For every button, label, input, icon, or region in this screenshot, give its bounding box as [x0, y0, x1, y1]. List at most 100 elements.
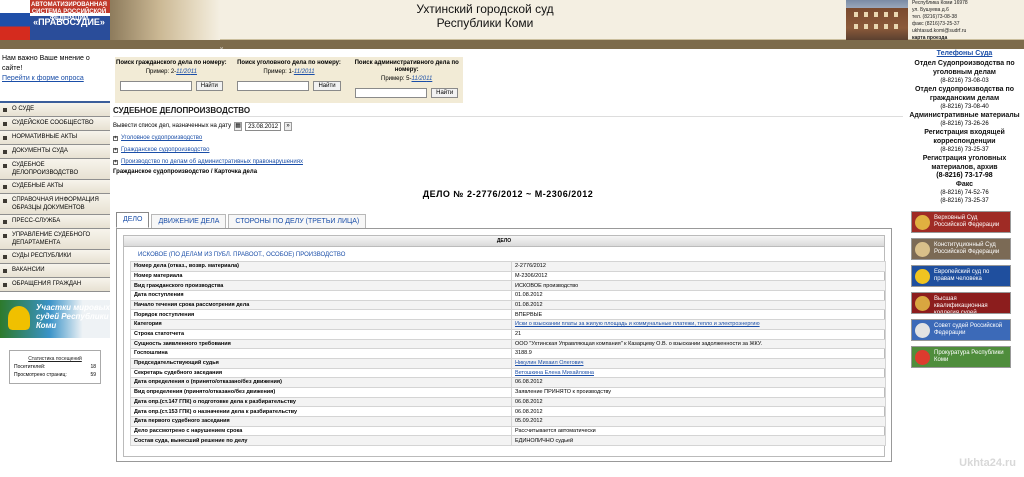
emblem-icon — [915, 350, 930, 365]
nav-sitemap[interactable]: карта сайта — [191, 47, 231, 56]
field-link[interactable]: Ветошкина Елена Михайловна — [515, 370, 594, 376]
dept-phone: (8-8216) 73-17-98 — [936, 172, 993, 179]
section-title: СУДЕБНОЕ ДЕЛОПРОИЗВОДСТВО — [113, 106, 903, 117]
field-value: 05.09.2012 — [511, 416, 886, 427]
field-label: Дата опр.(ст.147 ГПК) о подготовке дела … — [130, 396, 512, 408]
table-row: Вид определения (принято/отказано/без дв… — [130, 386, 886, 398]
dept-name: Регистрация входящей корреспонденции — [924, 129, 1005, 145]
partner-banner[interactable]: Конституционный Суд Российской Федерации — [911, 238, 1011, 260]
field-label: Секретарь судебного заседания — [130, 367, 512, 379]
case-tabs: ДЕЛО ДВИЖЕНИЕ ДЕЛА СТОРОНЫ ПО ДЕЛУ (ТРЕТ… — [116, 212, 367, 228]
komi-emblem-icon — [8, 306, 30, 330]
menu-item-acts[interactable]: НОРМАТИВНЫЕ АКТЫ — [0, 131, 110, 145]
expand-icon[interactable]: + — [113, 159, 118, 165]
komi-banner-text: Участки мировых судей Республики Коми — [36, 303, 110, 330]
admin-search-button[interactable]: Найти — [431, 88, 459, 98]
dept-phone: (8-8216) 73-08-03 — [940, 78, 989, 84]
criminal-search-example: Пример: 1-11/2011 — [263, 69, 315, 75]
field-value: ИСКОВОЕ производство — [511, 280, 886, 292]
menu-item-judicial-acts[interactable]: СУДЕБНЫЕ АКТЫ — [0, 180, 110, 194]
table-row: Состав суда, вынесший решение по делу ЕДИ… — [130, 435, 886, 447]
field-label: Вид определения (принято/отказано/без дв… — [130, 386, 512, 398]
menu-item-community[interactable]: СУДЕЙСКОЕ СООБЩЕСТВО — [0, 117, 110, 131]
menu-item-courts[interactable]: СУДЫ РЕСПУБЛИКИ — [0, 250, 110, 264]
criminal-search: Поиск уголовного дела по номеру: Пример:… — [233, 57, 346, 103]
menu-item-reference[interactable]: СПРАВОЧНАЯ ИНФОРМАЦИЯ ОБРАЗЦЫ ДОКУМЕНТОВ — [0, 194, 110, 215]
field-label: Состав суда, вынесший решение по делу — [130, 435, 512, 447]
date-input[interactable]: 23.08.2012 — [245, 121, 282, 131]
menu-item-vacancies[interactable]: ВАКАНСИИ — [0, 264, 110, 278]
partner-banners: Верховный Суд Российской Федерации Консти… — [905, 211, 1024, 368]
tree-link-civil[interactable]: Гражданское судопроизводство — [121, 144, 209, 156]
nav-search[interactable]: поиск — [158, 47, 178, 56]
nav-home[interactable]: главная — [118, 47, 146, 56]
menu-item-press[interactable]: ПРЕСС-СЛУЖБА — [0, 215, 110, 229]
civil-search-button[interactable]: Найти — [195, 81, 223, 91]
field-value: 01.08.2012 — [511, 299, 886, 311]
partner-banner[interactable]: Совет судей Российской Федерации — [911, 319, 1011, 341]
survey-link[interactable]: Перейти к форме опроса — [2, 75, 84, 82]
table-row: Порядок поступления ВПЕРВЫЕ — [130, 309, 886, 321]
visitors-label: Посетителей: — [14, 364, 46, 370]
field-value: 06.08.2012 — [511, 396, 886, 408]
field-link[interactable]: Иски о взыскании платы за жилую площадь … — [515, 321, 760, 327]
criminal-search-button[interactable]: Найти — [313, 81, 341, 91]
menu-item-department[interactable]: УПРАВЛЕНИЕ СУДЕБНОГО ДЕПАРТАМЕНТА — [0, 229, 110, 250]
contact-email[interactable]: ukhtasud.komi@sudrf.ru — [912, 28, 1024, 35]
menu-item-about[interactable]: О СУДЕ — [0, 103, 110, 117]
menu-item-appeals[interactable]: ОБРАЩЕНИЯ ГРАЖДАН — [0, 278, 110, 292]
expand-icon[interactable]: + — [113, 135, 118, 141]
tab-case[interactable]: ДЕЛО — [116, 212, 150, 228]
field-value: 3188.9 — [511, 348, 886, 359]
top-nav: главная поиск карта сайта — [110, 40, 1024, 55]
tab-parties[interactable]: СТОРОНЫ ПО ДЕЛУ (ТРЕТЬИ ЛИЦА) — [228, 214, 367, 228]
tree-link-criminal[interactable]: Уголовное судопроизводство — [121, 132, 202, 144]
tab-movement[interactable]: ДВИЖЕНИЕ ДЕЛА — [151, 214, 227, 228]
nav-bar-left — [0, 40, 110, 49]
date-go-button[interactable]: » — [284, 121, 293, 131]
criminal-search-input[interactable] — [237, 81, 310, 91]
partner-banner[interactable]: Европейский суд по правам человека — [911, 265, 1011, 287]
partner-banner[interactable]: Верховный Суд Российской Федерации — [911, 211, 1011, 233]
emblem-icon — [915, 215, 930, 230]
table-row: Номер дела (отказ., возвр. материала) 2-2… — [130, 261, 886, 272]
table-row: Дело рассмотрено с нарушением срока Рассч… — [130, 425, 886, 437]
partner-banner[interactable]: Прокуратура Республики Коми — [911, 346, 1011, 368]
field-value: ЕДИНОЛИЧНО судьей — [511, 435, 886, 447]
banner-text: Прокуратура Республики Коми — [934, 350, 1004, 363]
proceedings-tree: + Уголовное судопроизводство + Гражданское… — [113, 132, 903, 168]
tree-link-admin[interactable]: Производство по делам об административны… — [121, 156, 303, 168]
field-value: 2-2776/2012 — [511, 261, 886, 272]
menu-item-documents[interactable]: ДОКУМЕНТЫ СУДА — [0, 145, 110, 159]
pravosudie-logo[interactable]: АВТОМАТИЗИРОВАННАЯ СИСТЕМА РОССИЙСКОЙ ФЕ… — [0, 0, 110, 40]
table-row: Вид гражданского производства ИСКОВОЕ про… — [130, 280, 886, 292]
phones-title[interactable]: Телефоны Суда — [905, 48, 1024, 59]
expand-icon[interactable]: + — [113, 147, 118, 153]
field-label: Дело рассмотрено с нарушением срока — [130, 425, 512, 437]
komi-magistrates-banner[interactable]: Участки мировых судей Республики Коми — [0, 300, 110, 338]
survey-text: Нам важно Ваше мнение о сайте! — [2, 55, 90, 72]
partner-banner[interactable]: Высшая квалификационная коллегия судей Р… — [911, 292, 1011, 314]
field-label: Номер дела (отказ., возвр. материала) — [130, 261, 512, 272]
admin-search: Поиск административного дела по номеру: … — [350, 57, 463, 103]
field-label: Номер материала — [130, 270, 512, 282]
field-link[interactable]: Никулин Михаил Олегович — [515, 360, 584, 366]
main-menu: О СУДЕ СУДЕЙСКОЕ СООБЩЕСТВО НОРМАТИВНЫЕ … — [0, 101, 110, 292]
civil-search: Поиск гражданского дела по номеру: Приме… — [115, 57, 228, 103]
criminal-search-title: Поиск уголовного дела по номеру: — [237, 60, 341, 66]
field-value: 21 — [511, 328, 886, 340]
menu-item-proceedings[interactable]: СУДЕБНОЕ ДЕЛОПРОИЗВОДСТВО — [0, 159, 110, 180]
calendar-icon[interactable]: ▦ — [234, 121, 243, 131]
case-panel: ДЕЛО ИСКОВОЕ (ПО ДЕЛАМ ИЗ ПУБЛ. ПРАВООТ.… — [116, 228, 892, 462]
field-label: Дата поступления — [130, 290, 512, 301]
main-content: СУДЕБНОЕ ДЕЛОПРОИЗВОДСТВО Вывести список… — [113, 106, 903, 462]
admin-search-input[interactable] — [355, 88, 428, 98]
table-row: Дата опр.(ст.147 ГПК) о подготовке дела … — [130, 396, 886, 408]
dept-phone: (8-8216) 73-25-37 — [940, 198, 989, 204]
table-row: Строка статотчета 21 — [130, 328, 886, 340]
court-building-photo — [846, 0, 908, 40]
banner-text: Европейский суд по правам человека — [934, 269, 990, 282]
civil-search-input[interactable] — [119, 81, 192, 91]
table-row: Начало течения срока рассмотрения дела 01… — [130, 299, 886, 311]
banner-text: Верховный Суд Российской Федерации — [934, 215, 1000, 228]
